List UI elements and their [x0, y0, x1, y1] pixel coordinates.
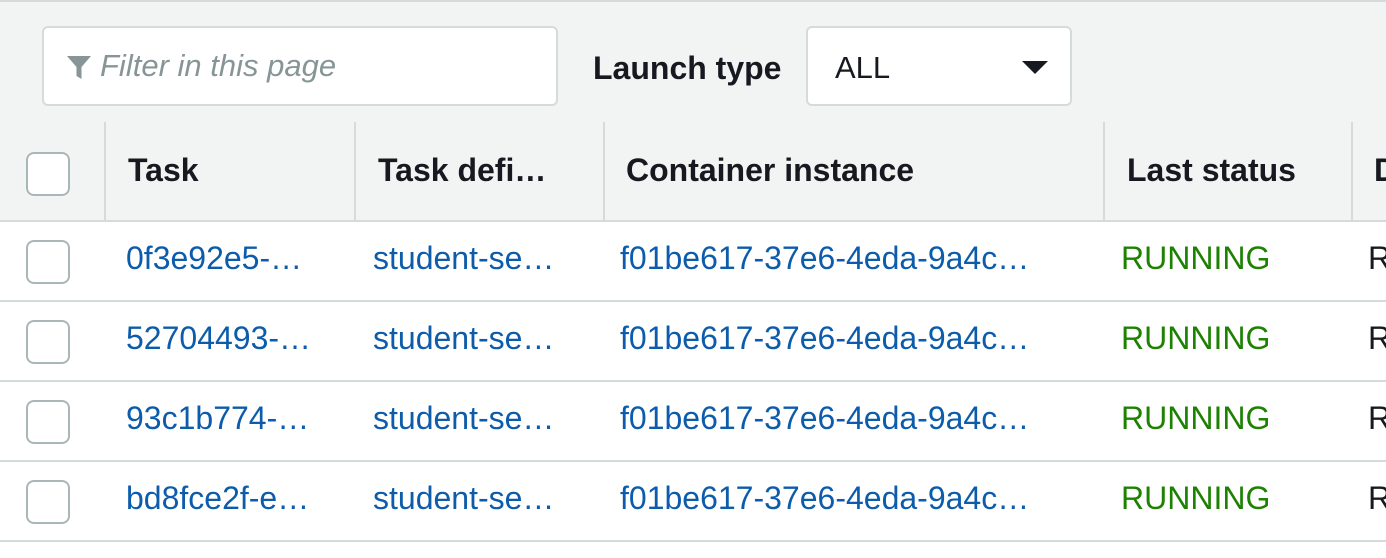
- caret-down-icon: [1022, 61, 1048, 74]
- task-definition-link[interactable]: student-se…: [373, 400, 554, 437]
- row-checkbox[interactable]: [26, 400, 70, 444]
- row-checkbox[interactable]: [26, 240, 70, 284]
- task-link[interactable]: 93c1b774-…: [126, 400, 309, 437]
- column-divider[interactable]: [354, 122, 356, 222]
- launch-type-select[interactable]: ALL: [806, 26, 1072, 106]
- task-definition-link[interactable]: student-se…: [373, 320, 554, 357]
- table-toolbar: Launch type ALL: [0, 0, 1386, 122]
- column-divider[interactable]: [1351, 122, 1353, 222]
- container-instance-link[interactable]: f01be617-37e6-4eda-9a4c…: [620, 240, 1029, 277]
- task-link[interactable]: 52704493-…: [126, 320, 311, 357]
- column-header-last-status[interactable]: Last status: [1127, 152, 1296, 189]
- select-all-checkbox[interactable]: [26, 152, 70, 196]
- column-header-task-definition[interactable]: Task defi…: [378, 152, 578, 189]
- table-row[interactable]: 52704493-… student-se… f01be617-37e6-4ed…: [0, 302, 1386, 382]
- last-status: RUNNING: [1121, 240, 1271, 276]
- column-header-container-instance[interactable]: Container instance: [626, 152, 914, 189]
- container-instance-link[interactable]: f01be617-37e6-4eda-9a4c…: [620, 480, 1029, 517]
- table-row[interactable]: 0f3e92e5-… student-se… f01be617-37e6-4ed…: [0, 222, 1386, 302]
- container-instance-link[interactable]: f01be617-37e6-4eda-9a4c…: [620, 320, 1029, 357]
- column-divider[interactable]: [603, 122, 605, 222]
- desired-status: R: [1368, 400, 1386, 436]
- table-row[interactable]: 93c1b774-… student-se… f01be617-37e6-4ed…: [0, 382, 1386, 462]
- launch-type-value: ALL: [835, 50, 891, 85]
- row-checkbox[interactable]: [26, 320, 70, 364]
- task-definition-link[interactable]: student-se…: [373, 480, 554, 517]
- table-row[interactable]: bd8fce2f-e… student-se… f01be617-37e6-4e…: [0, 462, 1386, 542]
- column-header-desired-status[interactable]: D: [1374, 152, 1386, 189]
- desired-status: R: [1368, 240, 1386, 276]
- column-divider[interactable]: [104, 122, 106, 222]
- container-instance-link[interactable]: f01be617-37e6-4eda-9a4c…: [620, 400, 1029, 437]
- column-divider[interactable]: [1103, 122, 1105, 222]
- task-link[interactable]: bd8fce2f-e…: [126, 480, 309, 517]
- desired-status: R: [1368, 480, 1386, 516]
- table-header: Task Task defi… Container instance Last …: [0, 122, 1386, 222]
- last-status: RUNNING: [1121, 320, 1271, 356]
- row-checkbox[interactable]: [26, 480, 70, 524]
- filter-icon: [66, 54, 92, 82]
- filter-box[interactable]: [42, 26, 558, 106]
- task-link[interactable]: 0f3e92e5-…: [126, 240, 302, 277]
- filter-input[interactable]: [100, 28, 540, 104]
- launch-type-label: Launch type: [593, 50, 782, 86]
- column-header-task[interactable]: Task: [128, 152, 199, 189]
- task-definition-link[interactable]: student-se…: [373, 240, 554, 277]
- desired-status: R: [1368, 320, 1386, 356]
- last-status: RUNNING: [1121, 400, 1271, 436]
- last-status: RUNNING: [1121, 480, 1271, 516]
